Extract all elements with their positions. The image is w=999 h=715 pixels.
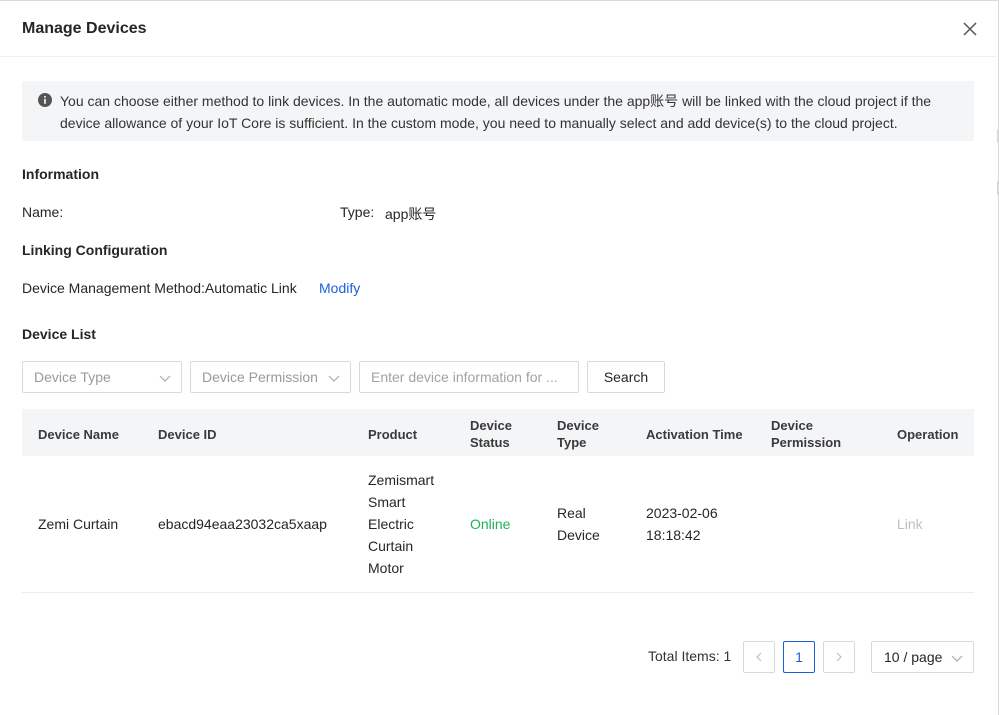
device-list-title: Device List xyxy=(22,326,96,342)
modify-link[interactable]: Modify xyxy=(319,280,360,296)
col-device-permission-line2: Permission xyxy=(771,435,842,450)
page-size-value: 10 / page xyxy=(884,649,943,665)
cell-activation-date: 2023-02-06 xyxy=(646,505,718,521)
information-section-title: Information xyxy=(22,166,99,182)
type-label: Type: xyxy=(340,204,375,220)
cell-product: Zemismart Smart Electric Curtain Motor xyxy=(368,469,434,579)
device-type-placeholder: Device Type xyxy=(34,369,111,385)
name-label: Name: xyxy=(22,204,64,220)
chevron-left-icon xyxy=(756,652,762,662)
dialog-title: Manage Devices xyxy=(22,20,147,37)
col-product: Product xyxy=(368,427,418,442)
cell-activation-time: 2023-02-06 18:18:42 xyxy=(646,502,718,546)
cell-device-type: Real Device xyxy=(557,502,600,546)
page-1-button[interactable]: 1 xyxy=(783,641,815,673)
prev-page-button[interactable] xyxy=(743,641,775,673)
device-permission-select[interactable]: Device Permission xyxy=(190,361,351,393)
cell-product-line: Zemismart xyxy=(368,472,435,488)
col-device-status: Device Status xyxy=(470,417,512,451)
info-alert-text: You can choose either method to link dev… xyxy=(60,93,932,131)
chevron-down-icon xyxy=(328,375,340,382)
device-management-method: Device Management Method:Automatic Link xyxy=(22,280,297,296)
device-search-input[interactable] xyxy=(359,361,579,393)
col-operation: Operation xyxy=(897,427,959,442)
table-row: Zemi Curtain ebacd94eaa23032ca5xaap Zemi… xyxy=(22,456,974,593)
table-header: Device Name Device ID Product Device Sta… xyxy=(22,409,974,456)
linking-configuration-title: Linking Configuration xyxy=(22,242,168,258)
col-device-permission: Device Permission xyxy=(771,417,841,451)
cell-product-line: Curtain xyxy=(368,538,414,554)
col-device-type-line2: Type xyxy=(557,435,587,450)
next-page-button[interactable] xyxy=(823,641,855,673)
cell-activation-clock: 18:18:42 xyxy=(646,527,701,543)
col-device-id: Device ID xyxy=(158,427,217,442)
col-device-status-line2: Status xyxy=(470,435,510,450)
status-badge: Online xyxy=(470,516,511,532)
device-type-select[interactable]: Device Type xyxy=(22,361,182,393)
col-device-permission-line1: Device xyxy=(771,418,813,433)
col-device-status-line1: Device xyxy=(470,418,512,433)
search-button[interactable]: Search xyxy=(587,361,665,393)
cell-device-type-line: Real xyxy=(557,505,586,521)
manage-devices-dialog: Manage Devices You can choose either met… xyxy=(0,0,999,715)
chevron-down-icon xyxy=(951,655,963,662)
pagination-total: Total Items: 1 xyxy=(648,648,732,664)
method-value: Automatic Link xyxy=(204,280,297,296)
cell-product-line: Smart xyxy=(368,494,406,510)
link-button[interactable]: Link xyxy=(897,513,923,535)
col-device-type: Device Type xyxy=(557,417,599,451)
col-device-type-line1: Device xyxy=(557,418,599,433)
page-size-select[interactable]: 10 / page xyxy=(871,641,974,673)
type-value: app账号 xyxy=(385,206,437,222)
close-icon[interactable] xyxy=(960,19,980,39)
device-permission-placeholder: Device Permission xyxy=(202,369,318,385)
col-activation-time: Activation Time xyxy=(646,427,743,442)
col-device-name: Device Name xyxy=(38,427,119,442)
method-label: Device Management Method: xyxy=(22,280,205,296)
chevron-right-icon xyxy=(836,652,842,662)
dialog-header: Manage Devices xyxy=(0,1,997,57)
cell-device-id: ebacd94eaa23032ca5xaap xyxy=(158,516,327,532)
chevron-down-icon xyxy=(159,375,171,382)
info-icon xyxy=(38,93,52,107)
cell-product-line: Motor xyxy=(368,560,404,576)
info-alert: You can choose either method to link dev… xyxy=(22,81,974,141)
cell-device-type-line: Device xyxy=(557,527,600,543)
cell-device-name: Zemi Curtain xyxy=(38,516,119,532)
cell-product-line: Electric xyxy=(368,516,414,532)
